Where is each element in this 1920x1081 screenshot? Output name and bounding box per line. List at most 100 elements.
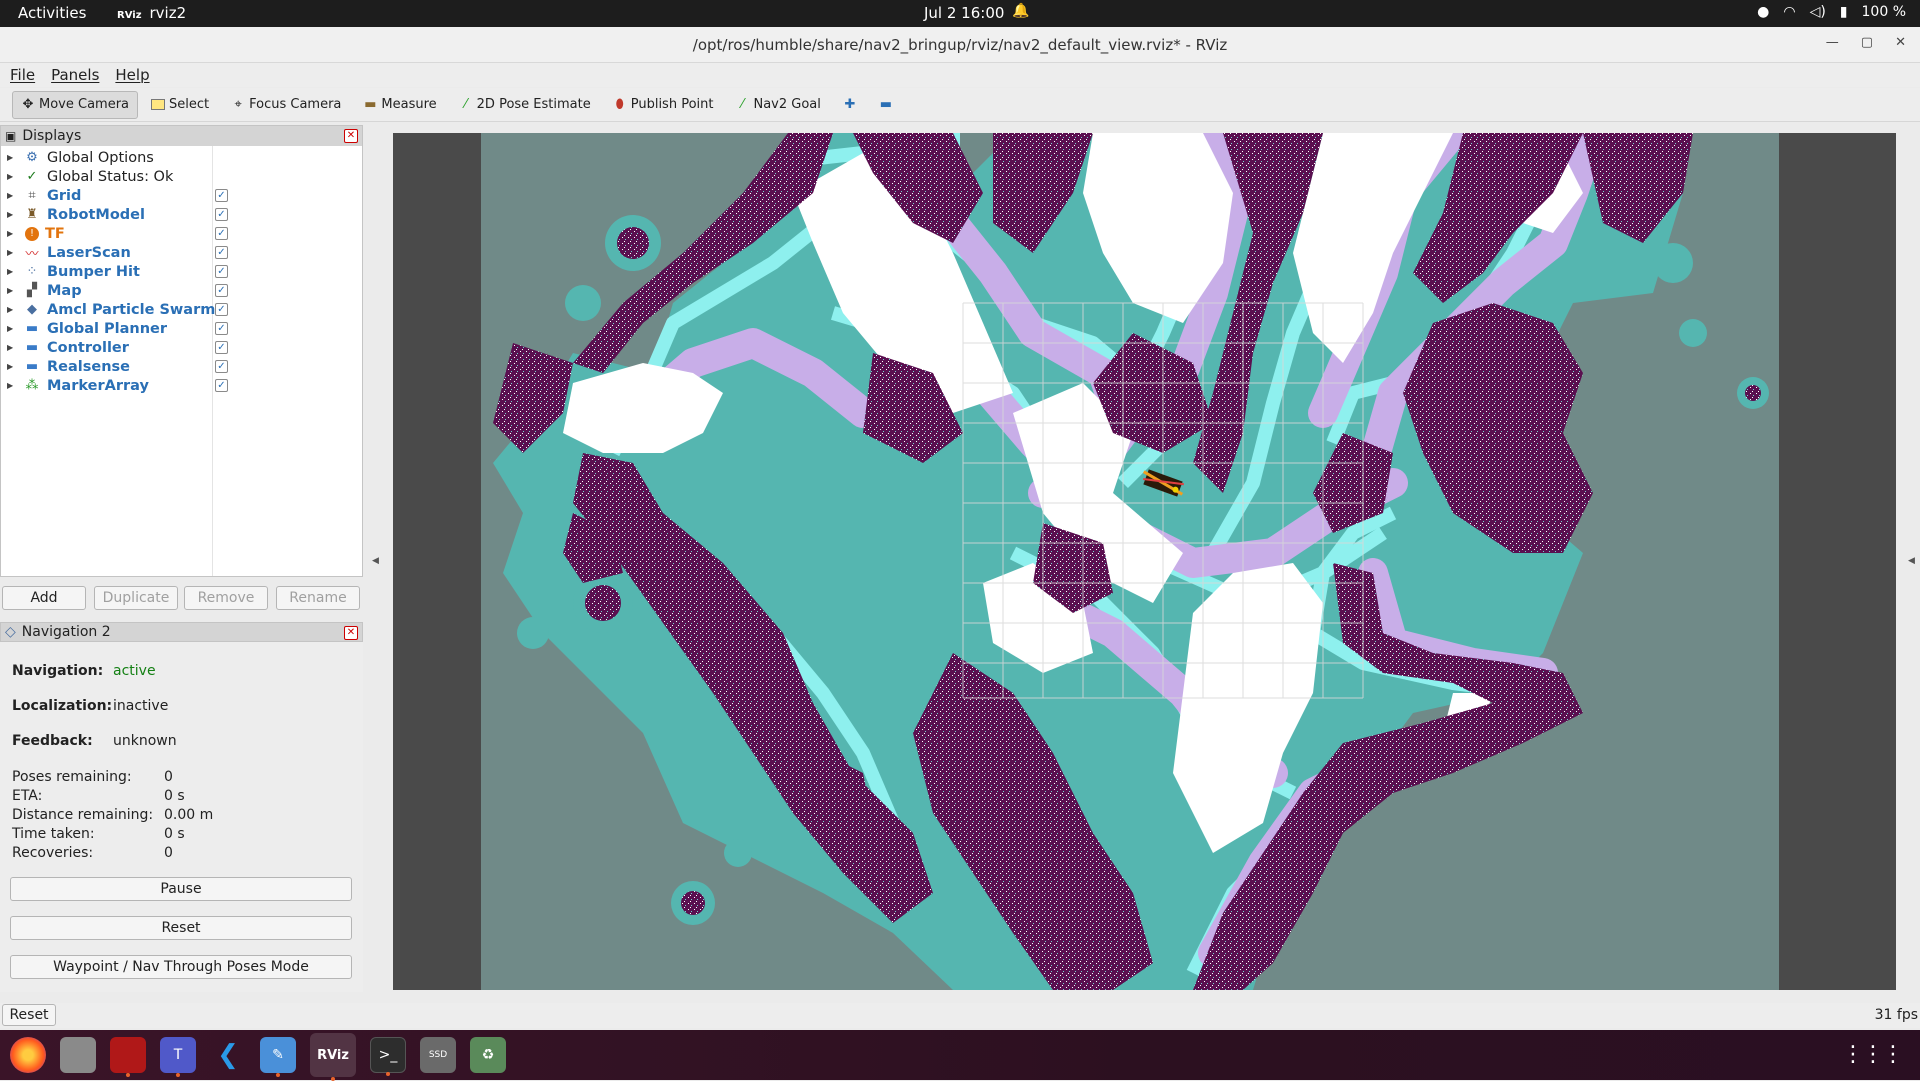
app-center-icon[interactable] (110, 1037, 146, 1077)
publish-point-tool[interactable]: ⬮ Publish Point (604, 91, 723, 119)
activities-button[interactable]: Activities (18, 4, 86, 22)
close-icon[interactable]: ✕ (344, 626, 358, 640)
display-item-bumper-hit[interactable]: ▶ ⁘ Bumper Hit (1, 262, 361, 281)
expand-arrow-icon[interactable]: ▶ (7, 229, 17, 238)
wifi-icon: ◠ (1783, 4, 1796, 20)
clock[interactable]: Jul 2 16:00 (924, 4, 1004, 22)
displays-buttons: Add Duplicate Remove Rename (0, 586, 363, 612)
warning-icon: ! (25, 226, 39, 241)
display-item-tf[interactable]: ▶! TF (1, 224, 361, 243)
add-tool-button[interactable]: ✚ (834, 91, 866, 119)
expand-arrow-icon[interactable]: ▶ (7, 267, 17, 276)
taskbar-dock: T ❮ ✎ RViz >_ SSD ♻ ⋮⋮⋮ (0, 1030, 1920, 1081)
display-item-global-status[interactable]: ▶ ✓ Global Status: Ok (1, 167, 361, 186)
move-camera-icon: ✥ (22, 97, 34, 112)
marker-icon: ⁂ (25, 378, 39, 393)
gnome-top-bar: Activities RViz rviz2 Jul 2 16:00 🔔 ● ◠ ◁… (0, 0, 1920, 27)
bumper-hit-checkbox[interactable]: ✓ (215, 265, 228, 278)
robot-icon: ♜ (26, 207, 38, 222)
display-item-amcl-particle-swarm[interactable]: ▶ ◆ Amcl Particle Swarm (1, 300, 361, 319)
remove-tool-button[interactable]: ▬ (870, 91, 902, 119)
map-checkbox[interactable]: ✓ (215, 284, 228, 297)
expand-arrow-icon[interactable]: ▶ (7, 248, 17, 257)
focus-camera-tool[interactable]: ⌖ Focus Camera (222, 91, 350, 119)
realsense-checkbox[interactable]: ✓ (215, 360, 228, 373)
battery-icon: ▮ (1839, 4, 1848, 20)
teams-icon[interactable]: T (160, 1037, 196, 1077)
add-display-button[interactable]: Add (2, 586, 86, 610)
feedback-status: unknown (113, 733, 177, 749)
pause-button[interactable]: Pause (10, 877, 352, 901)
tf-checkbox[interactable]: ✓ (215, 227, 228, 240)
remove-display-button[interactable]: Remove (184, 586, 268, 610)
move-camera-tool[interactable]: ✥ Move Camera (12, 90, 139, 119)
map-icon: ▞ (27, 283, 37, 298)
files-icon[interactable] (60, 1037, 96, 1073)
expand-arrow-icon[interactable]: ▶ (7, 343, 17, 352)
system-tray[interactable]: ● ◠ ◁) ▮ 100 % (1757, 4, 1906, 20)
menu-panels[interactable]: Panels (51, 66, 99, 84)
focused-app-menu[interactable]: RViz rviz2 (117, 4, 186, 22)
ssd-icon[interactable]: SSD (420, 1037, 456, 1073)
display-item-global-planner[interactable]: ▶ ▬ Global Planner (1, 319, 361, 338)
pose-estimate-tool[interactable]: ⁄ 2D Pose Estimate (450, 91, 600, 119)
display-item-markerarray[interactable]: ▶ ⁂ MarkerArray (1, 376, 361, 395)
controller-checkbox[interactable]: ✓ (215, 341, 228, 354)
reset-button[interactable]: Reset (10, 916, 352, 940)
teams-tray-icon: ● (1757, 4, 1770, 20)
close-icon[interactable]: ✕ (1895, 35, 1906, 50)
collapse-left-icon[interactable]: ◀ (372, 556, 379, 566)
firefox-icon[interactable] (10, 1037, 46, 1073)
expand-arrow-icon[interactable]: ▶ (7, 362, 17, 371)
terminal-icon[interactable]: >_ (370, 1037, 406, 1076)
display-item-grid[interactable]: ▶ ⌗ Grid (1, 186, 361, 205)
display-item-global-options[interactable]: ▶ ⚙ Global Options (1, 148, 361, 167)
status-bar: Reset 31 fps (0, 1003, 1920, 1028)
expand-arrow-icon[interactable]: ▶ (7, 210, 17, 219)
waypoint-mode-button[interactable]: Waypoint / Nav Through Poses Mode (10, 955, 352, 979)
checkmark-icon: ✓ (26, 169, 38, 184)
minimize-icon[interactable]: — (1826, 35, 1839, 50)
expand-arrow-icon[interactable]: ▶ (7, 172, 17, 181)
menu-file[interactable]: File (10, 66, 35, 84)
amcl-particle-swarm-checkbox[interactable]: ✓ (215, 303, 228, 316)
collapse-right-icon[interactable]: ◀ (1908, 556, 1915, 566)
minus-icon: ▬ (879, 97, 893, 112)
points-icon: ⁘ (26, 264, 38, 279)
display-item-controller[interactable]: ▶ ▬ Controller (1, 338, 361, 357)
display-item-realsense[interactable]: ▶ ▬ Realsense (1, 357, 361, 376)
vscode-icon[interactable]: ❮ (210, 1037, 246, 1073)
expand-arrow-icon[interactable]: ▶ (7, 381, 17, 390)
menu-help[interactable]: Help (115, 66, 149, 84)
markerarray-checkbox[interactable]: ✓ (215, 379, 228, 392)
expand-arrow-icon[interactable]: ▶ (7, 153, 17, 162)
rename-display-button[interactable]: Rename (276, 586, 360, 610)
poses-remaining-value: 0 (164, 769, 173, 785)
display-item-map[interactable]: ▶ ▞ Map (1, 281, 361, 300)
rviz-icon[interactable]: RViz (310, 1033, 356, 1081)
expand-arrow-icon[interactable]: ▶ (7, 324, 17, 333)
global-planner-checkbox[interactable]: ✓ (215, 322, 228, 335)
maximize-icon[interactable]: ▢ (1861, 35, 1873, 50)
expand-arrow-icon[interactable]: ▶ (7, 305, 17, 314)
measure-tool[interactable]: ▬ Measure (354, 91, 445, 119)
robotmodel-checkbox[interactable]: ✓ (215, 208, 228, 221)
display-item-laserscan[interactable]: ▶ 〰 LaserScan (1, 243, 361, 263)
render-view[interactable] (393, 133, 1896, 990)
duplicate-display-button[interactable]: Duplicate (94, 586, 178, 610)
trash-icon[interactable]: ♻ (470, 1037, 506, 1073)
notification-bell-icon[interactable]: 🔔 (1012, 3, 1029, 19)
select-tool[interactable]: Select (142, 91, 218, 119)
expand-arrow-icon[interactable]: ▶ (7, 191, 17, 200)
close-icon[interactable]: ✕ (344, 129, 358, 143)
nav2-panel-icon: ◇ (5, 624, 16, 640)
display-item-robotmodel[interactable]: ▶ ♜ RobotModel (1, 205, 361, 224)
grid-checkbox[interactable]: ✓ (215, 189, 228, 202)
reset-view-button[interactable]: Reset (2, 1004, 56, 1026)
gear-icon: ⚙ (26, 150, 38, 165)
expand-arrow-icon[interactable]: ▶ (7, 286, 17, 295)
text-editor-icon[interactable]: ✎ (260, 1037, 296, 1077)
nav2-goal-tool[interactable]: ⁄ Nav2 Goal (726, 91, 829, 119)
laserscan-checkbox[interactable]: ✓ (215, 246, 228, 259)
show-apps-icon[interactable]: ⋮⋮⋮ (1842, 1042, 1904, 1067)
